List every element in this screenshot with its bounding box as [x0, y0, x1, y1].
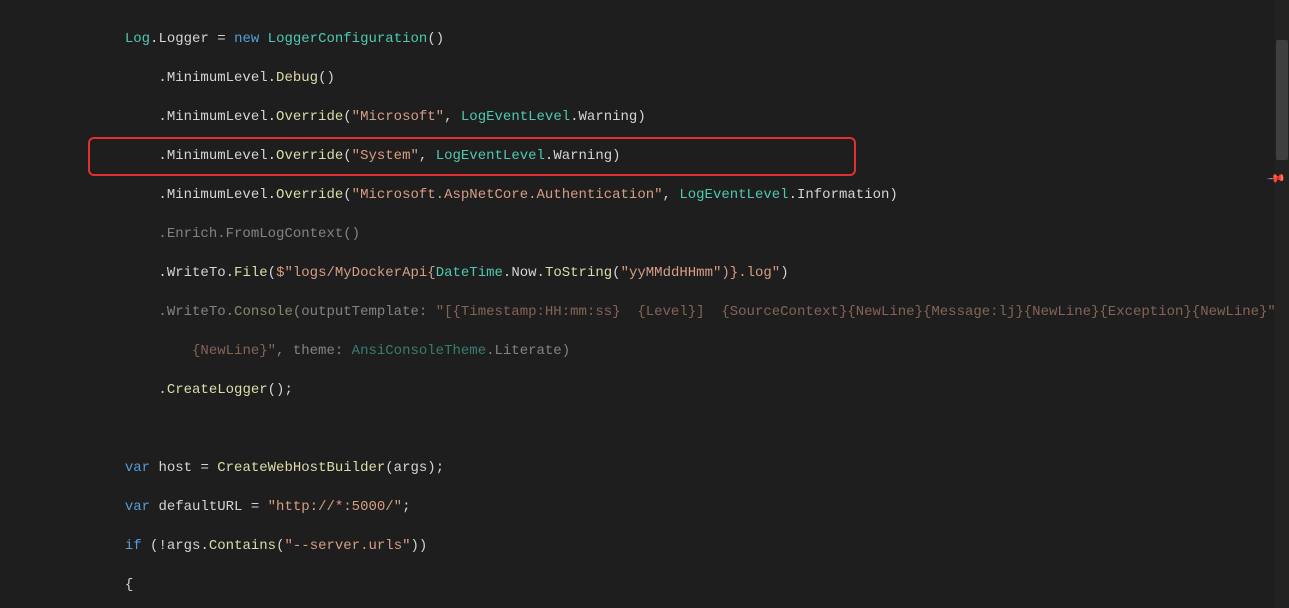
code-line: Log.Logger = new LoggerConfiguration()	[24, 30, 1289, 50]
vertical-scrollbar[interactable]	[1275, 0, 1289, 608]
scrollbar-thumb[interactable]	[1276, 40, 1288, 160]
code-line: .MinimumLevel.Debug()	[24, 69, 1289, 89]
code-line: {	[24, 576, 1289, 596]
code-line: .Enrich.FromLogContext()	[24, 225, 1289, 245]
code-line: var host = CreateWebHostBuilder(args);	[24, 459, 1289, 479]
code-line: .WriteTo.Console(outputTemplate: "[{Time…	[24, 303, 1289, 323]
code-editor[interactable]: Log.Logger = new LoggerConfiguration() .…	[0, 0, 1289, 608]
code-line: .WriteTo.File($"logs/MyDockerApi{DateTim…	[24, 264, 1289, 284]
code-line: .CreateLogger();	[24, 381, 1289, 401]
code-line: var defaultURL = "http://*:5000/";	[24, 498, 1289, 518]
code-line: if (!args.Contains("--server.urls"))	[24, 537, 1289, 557]
code-line: {NewLine}", theme: AnsiConsoleTheme.Lite…	[24, 342, 1289, 362]
code-line: .MinimumLevel.Override("Microsoft", LogE…	[24, 108, 1289, 128]
code-line	[24, 420, 1289, 440]
code-line: .MinimumLevel.Override("System", LogEven…	[24, 147, 1289, 167]
code-line: .MinimumLevel.Override("Microsoft.AspNet…	[24, 186, 1289, 206]
